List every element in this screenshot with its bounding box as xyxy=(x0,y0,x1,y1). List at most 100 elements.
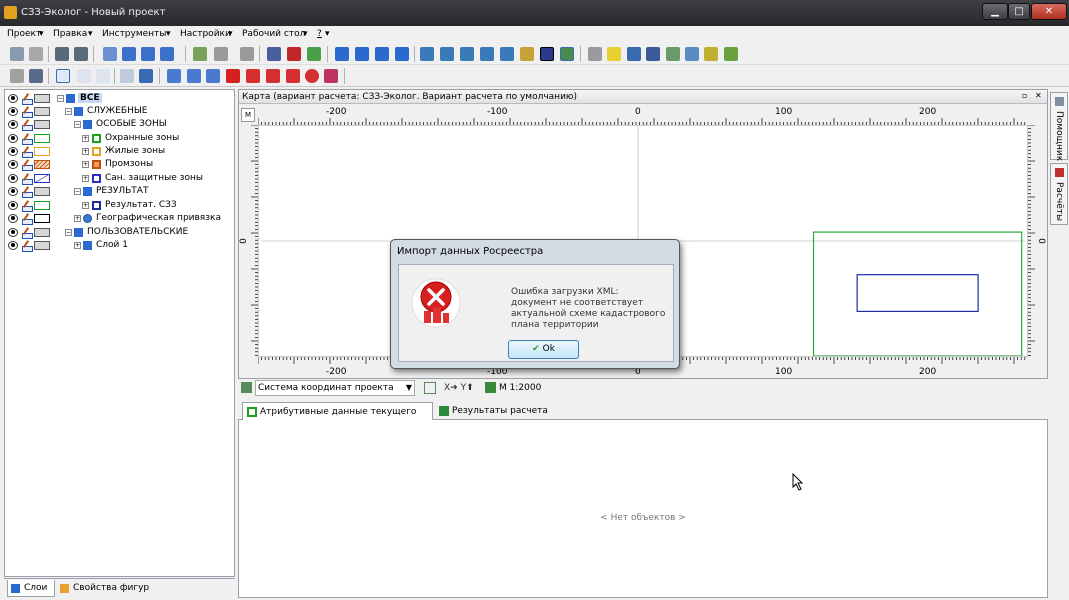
visibility-eye-icon[interactable] xyxy=(8,241,18,250)
tree-expander[interactable]: − xyxy=(57,95,64,102)
tree-row-result-szz[interactable]: + Результат. СЗЗ xyxy=(5,199,234,212)
edit-pen-icon[interactable] xyxy=(21,93,33,105)
tree-icon[interactable] xyxy=(724,47,738,61)
tree-row-layer1[interactable]: + Слой 1 xyxy=(5,239,234,252)
close-panel-icon[interactable]: ✕ xyxy=(1035,92,1043,100)
map-unit-button[interactable]: M xyxy=(241,108,255,122)
tree-row-service[interactable]: − СЛУЖЕБНЫЕ xyxy=(5,105,234,118)
layer-style-swatch[interactable] xyxy=(34,120,50,129)
layer-style-swatch[interactable] xyxy=(34,174,50,183)
tab-calc-results[interactable]: Результаты расчета xyxy=(435,402,550,420)
tab-calcs[interactable]: Расчёты xyxy=(1050,163,1068,225)
visibility-eye-icon[interactable] xyxy=(8,201,18,210)
circle-icon[interactable] xyxy=(305,69,319,83)
edit-pen-icon[interactable] xyxy=(21,227,33,239)
visibility-eye-icon[interactable] xyxy=(8,147,18,156)
tree-label[interactable]: СЛУЖЕБНЫЕ xyxy=(87,106,148,116)
frame-icon[interactable] xyxy=(685,47,699,61)
tree-label[interactable]: Жилые зоны xyxy=(105,146,165,156)
print-icon[interactable] xyxy=(29,47,43,61)
tree-row-georef[interactable]: + Географическая привязка xyxy=(5,212,234,225)
tree-expander[interactable]: + xyxy=(74,215,81,222)
edit-pen-icon[interactable] xyxy=(21,213,33,225)
visibility-eye-icon[interactable] xyxy=(8,214,18,223)
map-scale-label[interactable]: M 1:2000 xyxy=(499,383,541,393)
layer-style-swatch[interactable] xyxy=(34,241,50,250)
layer-style-swatch[interactable] xyxy=(34,134,50,143)
delete-icon[interactable] xyxy=(287,47,301,61)
tree-row-sanitary-zones[interactable]: + Сан. защитные зоны xyxy=(5,172,234,185)
edit-object-icon[interactable] xyxy=(214,47,228,61)
delete-node-icon[interactable] xyxy=(226,69,240,83)
tree-expander[interactable]: + xyxy=(82,148,89,155)
tree-label[interactable]: Сан. защитные зоны xyxy=(105,173,203,183)
menu-project[interactable]: Проект xyxy=(7,29,41,39)
zoom-in-icon[interactable] xyxy=(122,47,136,61)
edit-pen-icon[interactable] xyxy=(21,119,33,131)
maximize-button[interactable]: □ xyxy=(1008,3,1030,20)
table-text-icon[interactable] xyxy=(520,47,534,61)
visibility-eye-icon[interactable] xyxy=(8,187,18,196)
layer-stack-icon[interactable] xyxy=(395,47,409,61)
redo-icon[interactable] xyxy=(74,47,88,61)
rotate-icon[interactable] xyxy=(187,69,201,83)
visibility-eye-icon[interactable] xyxy=(8,134,18,143)
curve-icon[interactable] xyxy=(286,69,300,83)
tree-expander[interactable]: − xyxy=(65,229,72,236)
visibility-eye-icon[interactable] xyxy=(8,120,18,129)
tree-row-special-zones[interactable]: − ОСОБЫЕ ЗОНЫ xyxy=(5,118,234,131)
image-icon[interactable] xyxy=(666,47,680,61)
layer-style-swatch[interactable] xyxy=(34,228,50,237)
visibility-eye-icon[interactable] xyxy=(8,94,18,103)
tree-expander[interactable]: + xyxy=(82,135,89,142)
table-yellow-icon[interactable] xyxy=(460,47,474,61)
layers-icon[interactable] xyxy=(29,69,43,83)
sem-icon[interactable] xyxy=(646,47,660,61)
pan-icon[interactable] xyxy=(103,47,117,61)
grid-toggle-icon[interactable] xyxy=(540,47,554,61)
tree-label[interactable]: РЕЗУЛЬТАТ xyxy=(96,186,148,196)
zoom-select-icon[interactable] xyxy=(160,47,174,61)
tree-expander[interactable]: + xyxy=(82,161,89,168)
measure-icon[interactable] xyxy=(267,47,281,61)
bulb-icon[interactable] xyxy=(607,47,621,61)
tree-label[interactable]: Охранные зоны xyxy=(105,133,179,143)
menu-settings[interactable]: Настройки xyxy=(180,29,231,39)
edit-pen-icon[interactable] xyxy=(21,133,33,145)
scale-icon[interactable] xyxy=(206,69,220,83)
visibility-eye-icon[interactable] xyxy=(8,107,18,116)
layer-style-swatch[interactable] xyxy=(34,147,50,156)
tree-expander[interactable]: − xyxy=(74,188,81,195)
edit-pen-icon[interactable] xyxy=(21,186,33,198)
grid-icon[interactable] xyxy=(424,382,436,394)
report-icon[interactable] xyxy=(704,47,718,61)
polygon-icon[interactable] xyxy=(246,69,260,83)
layer-style-swatch[interactable] xyxy=(34,107,50,116)
cut-icon[interactable] xyxy=(324,69,338,83)
menu-help[interactable]: ? xyxy=(317,29,322,39)
polyline-icon[interactable] xyxy=(266,69,280,83)
tree-row-residential-zones[interactable]: + Жилые зоны xyxy=(5,145,234,158)
tree-row-industrial-zones[interactable]: + Промзоны xyxy=(5,158,234,171)
table-green-icon[interactable] xyxy=(440,47,454,61)
tree-expander[interactable]: + xyxy=(82,175,89,182)
tree-row-protection-zones[interactable]: + Охранные зоны xyxy=(5,132,234,145)
undo-icon[interactable] xyxy=(55,47,69,61)
move-objects-icon[interactable] xyxy=(139,69,153,83)
table-arrow-icon[interactable] xyxy=(500,47,514,61)
menu-edit[interactable]: Правка xyxy=(53,29,87,39)
tree-expander[interactable]: − xyxy=(74,121,81,128)
ok-button[interactable]: ✔ Ok xyxy=(508,340,579,359)
layer-group-icon[interactable] xyxy=(355,47,369,61)
tree-label[interactable]: Результат. СЗЗ xyxy=(105,200,177,210)
layer-style-swatch[interactable] xyxy=(34,187,50,196)
visibility-eye-icon[interactable] xyxy=(8,160,18,169)
edit-pen-icon[interactable] xyxy=(21,106,33,118)
edit-pen-icon[interactable] xyxy=(21,200,33,212)
select-area-icon[interactable] xyxy=(96,69,110,83)
layer-style-swatch[interactable] xyxy=(34,201,50,210)
minimize-button[interactable]: ▁ xyxy=(982,3,1008,20)
layer-icon[interactable] xyxy=(335,47,349,61)
menu-desktop[interactable]: Рабочий стол xyxy=(242,29,305,39)
table-blue-icon[interactable] xyxy=(480,47,494,61)
